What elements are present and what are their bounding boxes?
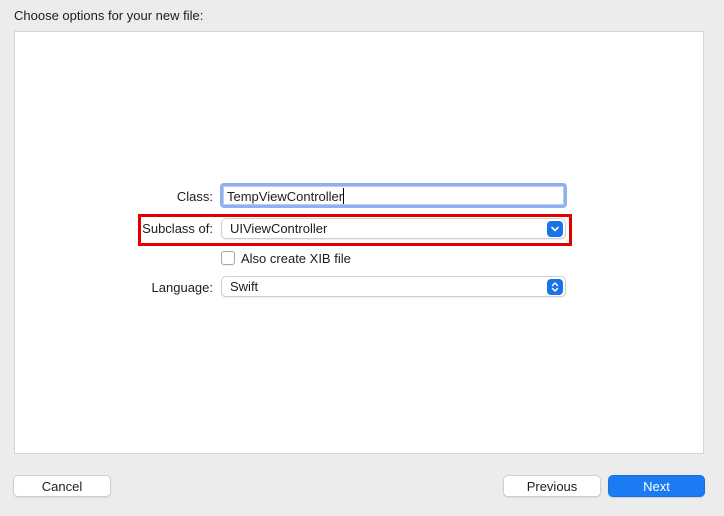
language-label: Language: [151, 280, 213, 295]
class-label: Class: [176, 189, 213, 204]
previous-button[interactable]: Previous [503, 475, 601, 497]
text-caret [343, 188, 345, 204]
subclass-value: UIViewController [230, 221, 328, 236]
language-value: Swift [230, 279, 259, 294]
class-name-value: TempViewController [227, 189, 344, 204]
up-down-chevron-icon [547, 279, 563, 295]
class-name-field[interactable]: TempViewController [220, 183, 567, 208]
cancel-button[interactable]: Cancel [13, 475, 111, 497]
xib-checkbox[interactable] [221, 251, 235, 265]
language-popup[interactable]: Swift [221, 276, 566, 297]
xib-checkbox-row[interactable]: Also create XIB file [221, 250, 351, 266]
subclass-label: Subclass of: [142, 221, 213, 236]
dialog-title: Choose options for your new file: [14, 8, 204, 23]
subclass-popup[interactable]: UIViewController [221, 218, 566, 239]
chevron-down-icon [547, 221, 563, 237]
xib-checkbox-label: Also create XIB file [241, 250, 351, 266]
next-button[interactable]: Next [608, 475, 705, 497]
new-file-options-dialog: Choose options for your new file: Class:… [0, 0, 724, 516]
